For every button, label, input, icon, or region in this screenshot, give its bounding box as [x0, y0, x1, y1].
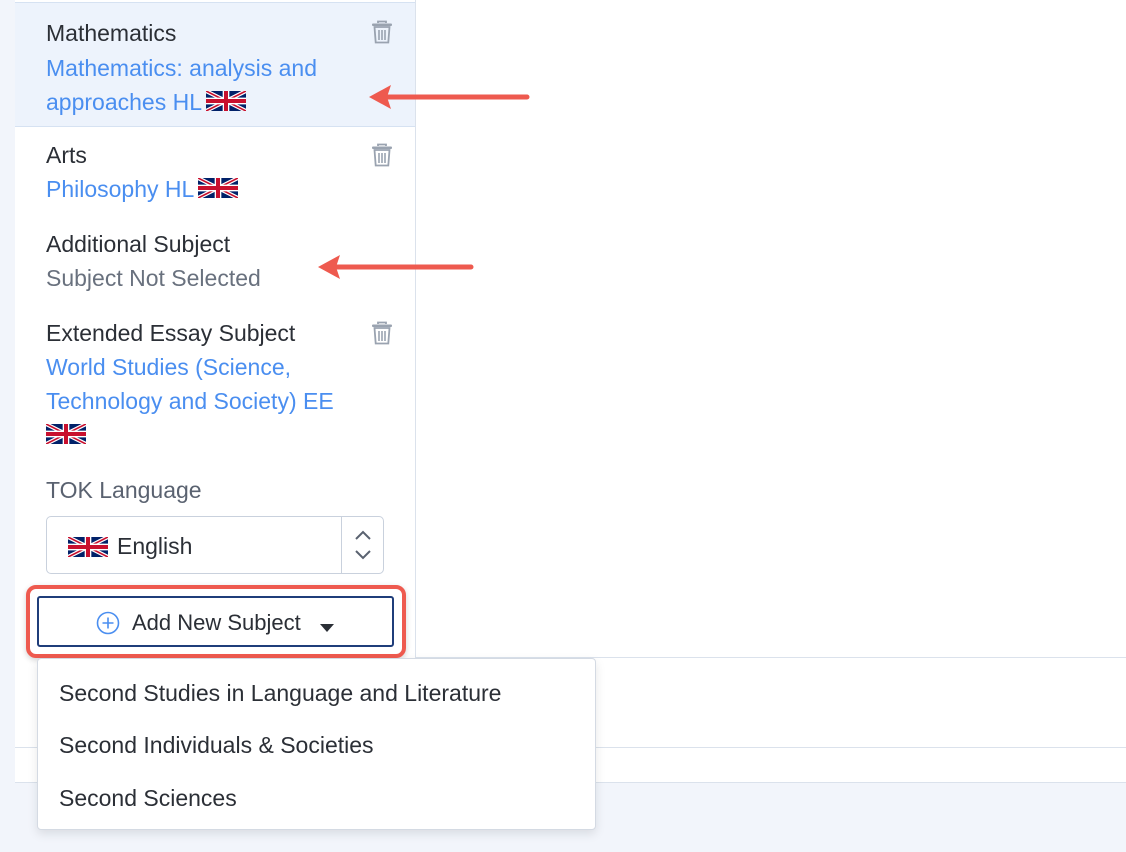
- dropdown-item[interactable]: Second Studies in Language and Literatur…: [59, 680, 501, 707]
- subject-not-selected-text: Subject Not Selected: [46, 265, 261, 291]
- subject-selection-link[interactable]: Philosophy HL: [46, 172, 386, 208]
- trash-icon[interactable]: [371, 143, 393, 167]
- subject-group-label: Mathematics: [46, 20, 177, 46]
- subject-selection-text: Mathematics: analysis and approaches HL: [46, 55, 318, 115]
- subject-group-label: Extended Essay Subject: [46, 320, 296, 346]
- subject-item-extended-essay[interactable]: Extended Essay Subject World Studies (Sc…: [15, 306, 415, 456]
- subject-group-label: Additional Subject: [46, 231, 231, 257]
- tok-language-select[interactable]: English: [46, 516, 384, 574]
- subject-group-label: Arts: [46, 142, 87, 168]
- dropdown-item[interactable]: Second Sciences: [59, 785, 237, 812]
- tok-language-label: TOK Language: [46, 477, 202, 503]
- subject-item-arts[interactable]: Arts Philosophy HL: [15, 128, 415, 214]
- add-subject-dropdown-menu: Second Studies in Language and Literatur…: [37, 658, 596, 830]
- subject-selection-text: Philosophy HL: [46, 176, 195, 202]
- uk-flag-icon: [198, 174, 239, 208]
- uk-flag-icon: [46, 420, 86, 454]
- add-new-subject-button[interactable]: Add New Subject: [37, 596, 394, 647]
- trash-icon[interactable]: [371, 321, 393, 345]
- trash-icon[interactable]: [371, 20, 393, 44]
- uk-flag-icon: [68, 536, 108, 563]
- annotation-arrow-icon: [318, 255, 474, 279]
- subject-selection-text: World Studies (Science, Technology and S…: [46, 354, 334, 414]
- subject-selection-link[interactable]: World Studies (Science, Technology and S…: [46, 350, 386, 454]
- subject-item-mathematics[interactable]: Mathematics Mathematics: analysis and ap…: [15, 2, 415, 127]
- page-margin: [0, 0, 15, 782]
- add-new-subject-label: Add New Subject: [132, 610, 301, 635]
- chevron-up-down-icon[interactable]: [341, 517, 383, 573]
- caret-down-icon: [320, 619, 334, 637]
- subject-selection-link[interactable]: Mathematics: analysis and approaches HL: [46, 51, 386, 121]
- dropdown-item[interactable]: Second Individuals & Societies: [59, 732, 374, 759]
- plus-circle-icon: [96, 611, 120, 640]
- annotation-arrow-icon: [369, 85, 530, 109]
- tok-language-value: English: [117, 533, 193, 559]
- uk-flag-icon: [206, 87, 246, 121]
